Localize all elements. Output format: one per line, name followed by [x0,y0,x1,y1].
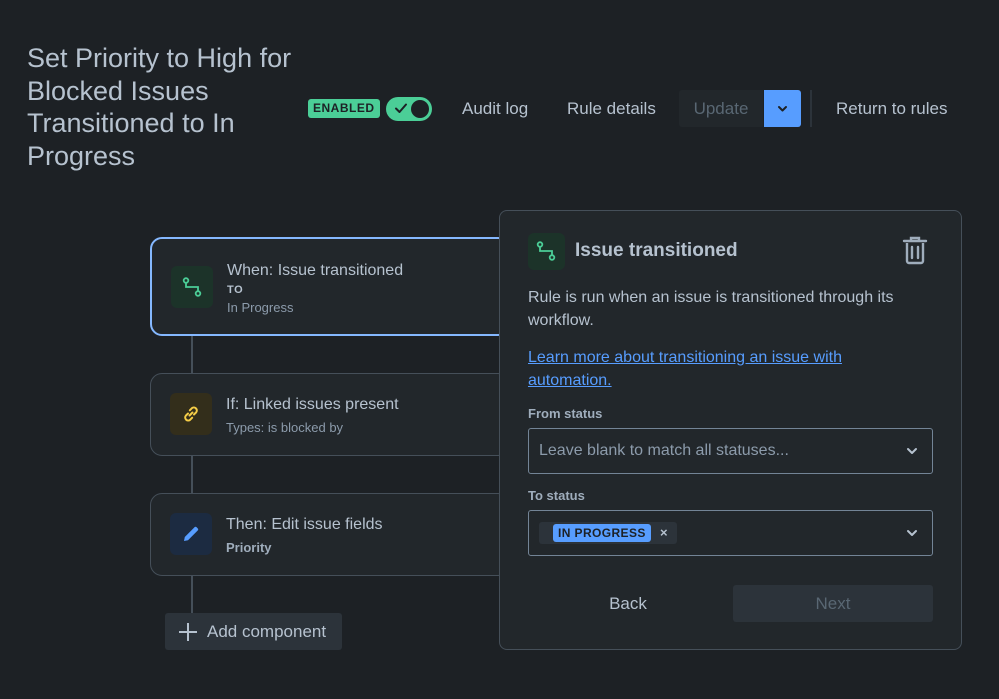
update-options-button[interactable] [764,90,801,127]
action-card[interactable]: Then: Edit issue fields Priority [150,493,510,576]
plus-icon [179,623,197,641]
link-icon [184,406,198,422]
condition-card[interactable]: If: Linked issues present Types: is bloc… [150,373,510,456]
action-title: Then: Edit issue fields [226,516,383,533]
panel-icon-tile [528,233,565,270]
status-chip: IN PROGRESS × [539,522,677,544]
audit-log-link[interactable]: Audit log [462,97,528,121]
chain-connector [191,335,193,375]
learn-more-link[interactable]: Learn more about transitioning an issue … [528,346,908,392]
trigger-card[interactable]: When: Issue transitioned TO In Progress [150,237,510,336]
panel-title: Issue transitioned [575,240,738,261]
trigger-detail: In Progress [227,300,294,315]
next-button[interactable]: Next [733,585,933,622]
from-status-placeholder: Leave blank to match all statuses... [539,442,789,459]
to-status-label: To status [528,488,585,503]
action-icon-tile [170,513,212,555]
transition-icon [182,277,202,297]
condition-detail: Types: is blocked by [226,420,344,435]
action-detail: Priority [226,540,272,555]
chevron-down-icon [907,530,917,536]
chevron-down-icon [907,448,917,454]
condition-title: If: Linked issues present [226,396,399,413]
back-button[interactable]: Back [528,585,728,622]
toggle-knob [411,100,429,118]
update-button[interactable]: Update [679,90,763,127]
panel-description: Rule is run when an issue is transitione… [528,289,894,329]
trigger-title: When: Issue transitioned [227,262,404,279]
from-status-label: From status [528,406,603,421]
toolbar-divider [810,90,812,127]
chevron-down-icon [778,106,787,112]
to-status-select[interactable]: IN PROGRESS × [528,510,933,556]
add-component-label: Add component [207,622,327,641]
return-to-rules-link[interactable]: Return to rules [836,97,948,121]
enabled-toggle[interactable] [386,97,432,121]
pencil-icon [184,526,199,541]
status-lozenge: IN PROGRESS [553,524,651,542]
remove-chip-icon[interactable]: × [660,525,668,540]
chain-connector [191,455,193,495]
condition-icon-tile [170,393,212,435]
trigger-config-panel: Issue transitioned Rule is run when an i… [499,210,962,650]
check-icon [395,103,407,113]
chain-connector [191,575,193,615]
rule-details-link[interactable]: Rule details [567,97,656,121]
enabled-badge: ENABLED [308,99,380,118]
trigger-to-label: TO [227,284,244,296]
rule-title: Set Priority to High for Blocked Issues … [27,43,292,171]
transition-icon [536,241,556,261]
add-component-button[interactable]: Add component [165,613,342,650]
trigger-icon-tile [171,266,213,308]
from-status-select[interactable]: Leave blank to match all statuses... [528,428,933,474]
trash-icon[interactable] [902,235,928,265]
